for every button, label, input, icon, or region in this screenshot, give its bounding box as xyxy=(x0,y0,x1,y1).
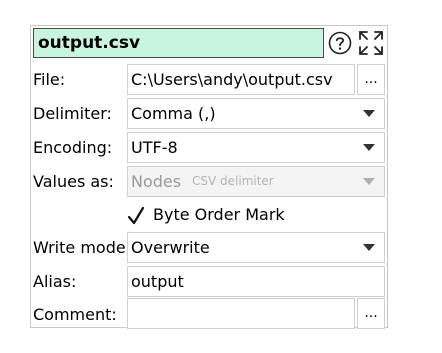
delimiter-select[interactable]: Comma (,) xyxy=(127,98,385,129)
alias-input[interactable]: output xyxy=(127,266,385,297)
chevron-down-icon xyxy=(363,144,375,151)
comment-browse-label: ... xyxy=(364,305,378,321)
file-path-input[interactable]: C:\Users\andy\output.csv xyxy=(127,64,355,95)
write-mode-label: Write mode: xyxy=(33,238,132,257)
values-as-select[interactable]: Nodes CSV delimiter xyxy=(127,166,385,197)
comment-input[interactable] xyxy=(127,298,355,329)
node-title-field[interactable]: output.csv xyxy=(33,28,324,58)
write-mode-select[interactable]: Overwrite xyxy=(127,232,385,263)
values-as-hint: CSV delimiter xyxy=(192,174,274,188)
expand-arrows-icon xyxy=(359,31,383,55)
alias-value: output xyxy=(131,272,184,291)
file-label: File: xyxy=(33,70,66,89)
encoding-label: Encoding: xyxy=(33,138,113,157)
help-button[interactable] xyxy=(328,31,352,55)
values-as-value: Nodes xyxy=(131,172,182,191)
chevron-down-icon xyxy=(363,178,375,185)
expand-button[interactable] xyxy=(358,30,384,56)
comment-browse-button[interactable]: ... xyxy=(357,298,385,329)
question-circle-icon xyxy=(328,31,352,55)
output-settings-panel: output.csv File: C:\Users\andy\output.cs… xyxy=(30,25,388,329)
file-path-value: C:\Users\andy\output.csv xyxy=(131,70,333,89)
write-mode-value: Overwrite xyxy=(131,238,210,257)
encoding-select[interactable]: UTF-8 xyxy=(127,132,385,163)
comment-label: Comment: xyxy=(33,305,117,324)
checkmark-icon xyxy=(127,206,145,225)
chevron-down-icon xyxy=(363,110,375,117)
node-title-text: output.csv xyxy=(38,33,141,53)
delimiter-label: Delimiter: xyxy=(33,104,112,123)
file-browse-label: ... xyxy=(364,71,378,87)
chevron-down-icon xyxy=(363,244,375,251)
values-as-label: Values as: xyxy=(33,172,114,191)
delimiter-value: Comma (,) xyxy=(131,104,216,123)
alias-label: Alias: xyxy=(33,272,77,291)
byte-order-mark-label: Byte Order Mark xyxy=(153,205,285,224)
encoding-value: UTF-8 xyxy=(131,138,178,157)
file-browse-button[interactable]: ... xyxy=(357,64,385,95)
